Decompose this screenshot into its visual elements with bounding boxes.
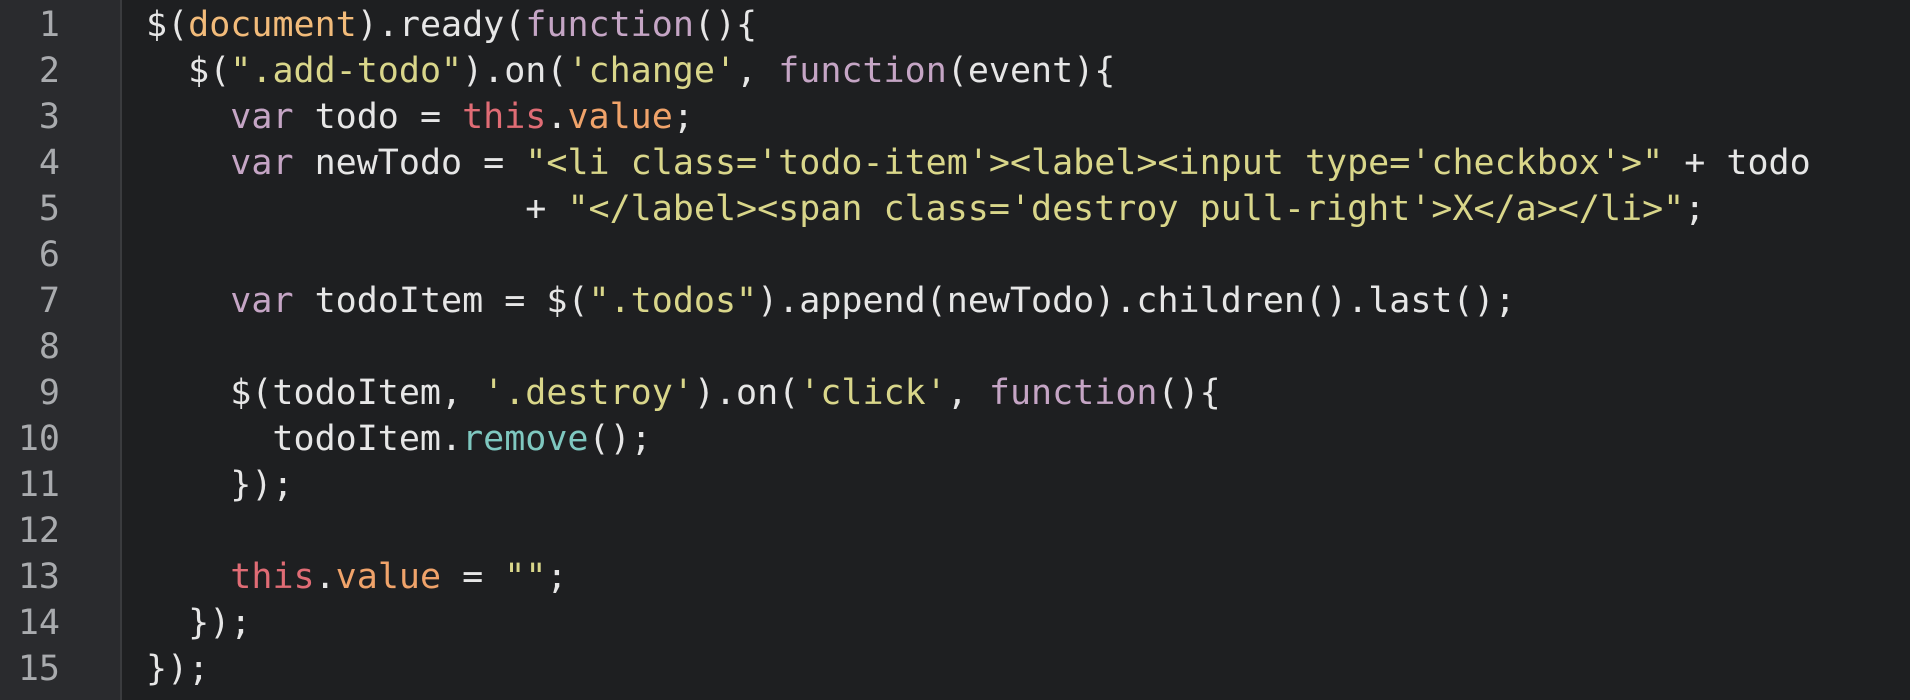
line-number: 11 [17, 465, 60, 505]
line-number: 7 [38, 281, 60, 321]
code-token-string: 'click' [799, 373, 947, 413]
line-number: 3 [38, 97, 60, 137]
code-line[interactable]: $(todoItem, '.destroy').on('click', func… [146, 370, 1910, 416]
code-token-plain: }); [146, 465, 294, 505]
code-token-plain: $( [146, 51, 231, 91]
line-number: 6 [38, 235, 60, 275]
code-line[interactable] [146, 232, 1910, 278]
code-token-plain: = [441, 557, 505, 597]
line-number: 4 [38, 143, 60, 183]
code-token-this: this [230, 557, 315, 597]
code-token-plain: }); [146, 603, 252, 643]
code-token-plain: ; [672, 97, 694, 137]
code-token-string: "" [504, 557, 547, 597]
code-token-string: '.destroy' [483, 373, 694, 413]
code-token-string: "</label><span class='destroy pull-right… [567, 189, 1685, 229]
code-token-plain: todo = [293, 97, 463, 137]
code-token-plain: $(todoItem, [146, 373, 484, 413]
code-line[interactable]: this.value = ""; [146, 554, 1910, 600]
code-token-plain: . [546, 97, 568, 137]
code-token-string: ".todos" [588, 281, 758, 321]
code-line[interactable]: var todo = this.value; [146, 94, 1910, 140]
line-number: 5 [38, 189, 60, 229]
line-number: 1 [38, 5, 60, 45]
code-token-prop: value [335, 557, 442, 597]
code-editor[interactable]: 1 2 3 4 5 6 7 8 9 10 11 12 13 14 15 $(document).ready(… [0, 0, 1910, 700]
code-token-string: "<li class='todo-item'><label><input typ… [525, 143, 1664, 183]
line-number: 13 [17, 557, 60, 597]
code-token-this: this [462, 97, 547, 137]
code-token-keyword: var [230, 143, 294, 183]
code-line[interactable]: }); [146, 462, 1910, 508]
code-token-plain: newTodo = [293, 143, 526, 183]
line-number: 9 [38, 373, 60, 413]
code-token-string: 'change' [567, 51, 737, 91]
code-token-builtin: document [188, 5, 357, 45]
code-line[interactable] [146, 508, 1910, 554]
code-token-keyword: function [988, 373, 1158, 413]
code-token-plain: ; [546, 557, 568, 597]
code-token-prop: value [567, 97, 673, 137]
line-number-gutter: 1 2 3 4 5 6 7 8 9 10 11 12 13 14 15 [0, 0, 122, 700]
code-line[interactable] [146, 324, 1910, 370]
line-number: 10 [17, 419, 60, 459]
code-token-plain: todoItem. [146, 419, 463, 459]
code-token-keyword: var [230, 97, 294, 137]
code-token-plain: ).ready( [356, 5, 526, 45]
code-token-keyword: function [525, 5, 694, 45]
code-token-plain: (event){ [946, 51, 1116, 91]
code-token-plain: + todo [1663, 143, 1811, 183]
code-area[interactable]: $(document).ready(function(){ $(".add-to… [122, 0, 1910, 700]
code-token-plain: ).on( [693, 373, 800, 413]
line-number: 2 [38, 51, 60, 91]
code-line[interactable]: $(".add-todo").on('change', function(eve… [146, 48, 1910, 94]
code-line[interactable]: + "</label><span class='destroy pull-rig… [146, 186, 1910, 232]
code-line[interactable]: var todoItem = $(".todos").append(newTod… [146, 278, 1910, 324]
code-token-plain: , [736, 51, 779, 91]
code-token-plain: todoItem = $( [293, 281, 589, 321]
code-line[interactable]: var newTodo = "<li class='todo-item'><la… [146, 140, 1910, 186]
code-line[interactable]: todoItem.remove(); [146, 416, 1910, 462]
code-token-plain: , [946, 373, 989, 413]
code-token-plain: + [146, 189, 568, 229]
code-token-plain: (){ [693, 5, 758, 45]
line-number: 8 [38, 327, 60, 367]
code-token-plain: }); [146, 649, 210, 689]
code-token-keyword: function [778, 51, 947, 91]
code-token-plain: . [314, 557, 336, 597]
code-token-method: remove [462, 419, 589, 459]
code-token-keyword: var [230, 281, 294, 321]
line-number: 12 [17, 511, 60, 551]
line-number: 15 [17, 649, 60, 689]
code-line[interactable]: $(document).ready(function(){ [146, 2, 1910, 48]
code-line[interactable]: }); [146, 646, 1910, 692]
code-token-plain: (); [588, 419, 652, 459]
code-token-plain: ; [1684, 189, 1706, 229]
code-token-plain: ).on( [462, 51, 568, 91]
code-token-plain: $( [146, 5, 189, 45]
code-token-plain: ).append(newTodo).children().last(); [757, 281, 1516, 321]
code-line[interactable]: }); [146, 600, 1910, 646]
code-token-plain: (){ [1157, 373, 1221, 413]
code-token-string: ".add-todo" [230, 51, 463, 91]
line-number: 14 [17, 603, 60, 643]
